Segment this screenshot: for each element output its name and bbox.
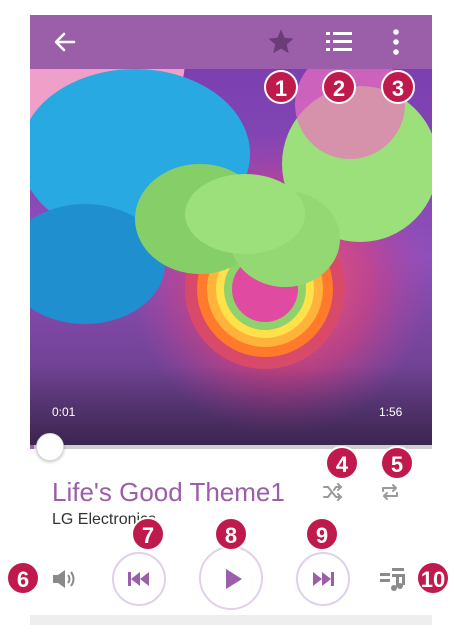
next-icon (313, 572, 334, 586)
play-button[interactable] (199, 546, 263, 610)
play-icon (226, 569, 242, 589)
seek-thumb[interactable] (36, 433, 64, 461)
equalizer-icon[interactable] (378, 565, 408, 593)
volume-icon[interactable] (50, 567, 78, 591)
callout-8: 8 (214, 517, 248, 551)
callout-2: 2 (322, 70, 356, 104)
callout-10: 10 (416, 561, 450, 595)
total-duration: 1:56 (379, 405, 403, 419)
more-vert-icon[interactable] (390, 27, 402, 57)
seek-progress (30, 445, 35, 449)
callout-1: 1 (264, 70, 298, 104)
seek-bar[interactable] (30, 445, 432, 449)
star-icon[interactable] (266, 27, 296, 57)
callout-7: 7 (131, 517, 165, 551)
bottom-strip (30, 615, 432, 625)
repeat-icon[interactable] (378, 480, 402, 504)
playlist-icon[interactable] (324, 28, 354, 56)
next-button[interactable] (296, 552, 350, 606)
shuffle-icon[interactable] (321, 480, 345, 504)
elapsed-time: 0:01 (52, 405, 76, 419)
callout-3: 3 (381, 70, 415, 104)
callout-6: 6 (6, 561, 40, 595)
callout-4: 4 (325, 446, 359, 480)
callout-9: 9 (305, 517, 339, 551)
previous-icon (128, 572, 149, 586)
song-title: Life's Good Theme1 (52, 477, 285, 507)
back-arrow-icon[interactable] (52, 29, 78, 55)
previous-button[interactable] (112, 552, 166, 606)
top-app-bar (30, 15, 432, 69)
album-art: 0:01 1:56 (30, 69, 432, 445)
callout-5: 5 (380, 446, 414, 480)
album-art-image (30, 69, 432, 445)
